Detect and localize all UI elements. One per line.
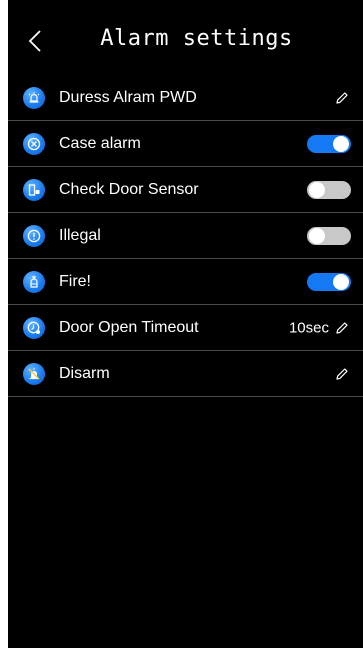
illegal-toggle[interactable]: [307, 226, 351, 245]
toggle-knob: [333, 135, 349, 152]
row-fire[interactable]: Fire!: [8, 259, 363, 305]
row-label: Disarm: [59, 364, 110, 382]
row-label: Door Open Timeout: [59, 318, 199, 336]
alarm-settings-screen: Alarm settings Duress Alram PWD Case ala…: [8, 0, 363, 648]
fire-toggle[interactable]: [307, 272, 351, 291]
timeout-value: 10sec: [288, 319, 329, 336]
duress-alarm-icon: [23, 87, 45, 109]
row-check-door-sensor[interactable]: Check Door Sensor: [8, 167, 363, 213]
pencil-edit-icon[interactable]: [335, 321, 349, 335]
disarm-icon: [23, 362, 45, 385]
door-sensor-icon: [23, 178, 45, 201]
door-sensor-toggle[interactable]: [307, 180, 351, 199]
row-label: Check Door Sensor: [59, 180, 199, 198]
row-label: Illegal: [59, 226, 101, 244]
illegal-alarm-icon: [23, 224, 45, 247]
fire-alarm-icon: [23, 270, 45, 293]
settings-list: Duress Alram PWD Case alarm Check Door S…: [8, 76, 363, 397]
row-label: Case alarm: [59, 134, 141, 152]
case-alarm-toggle[interactable]: [307, 134, 351, 153]
row-door-open-timeout[interactable]: Door Open Timeout 10sec: [8, 305, 363, 351]
pencil-edit-icon[interactable]: [335, 367, 349, 381]
row-label: Fire!: [59, 272, 91, 290]
row-label: Duress Alram PWD: [59, 89, 197, 106]
page-title: Alarm settings: [100, 26, 293, 51]
toggle-knob: [333, 273, 349, 290]
case-alarm-icon: [23, 132, 45, 155]
row-illegal[interactable]: Illegal: [8, 213, 363, 259]
header: Alarm settings: [8, 0, 363, 82]
pencil-edit-icon[interactable]: [335, 91, 349, 105]
row-duress-alarm-pwd[interactable]: Duress Alram PWD: [8, 76, 363, 121]
toggle-knob: [309, 227, 325, 244]
timeout-clock-icon: [23, 316, 45, 339]
row-case-alarm[interactable]: Case alarm: [8, 121, 363, 167]
row-disarm[interactable]: Disarm: [8, 351, 363, 397]
toggle-knob: [309, 181, 325, 198]
